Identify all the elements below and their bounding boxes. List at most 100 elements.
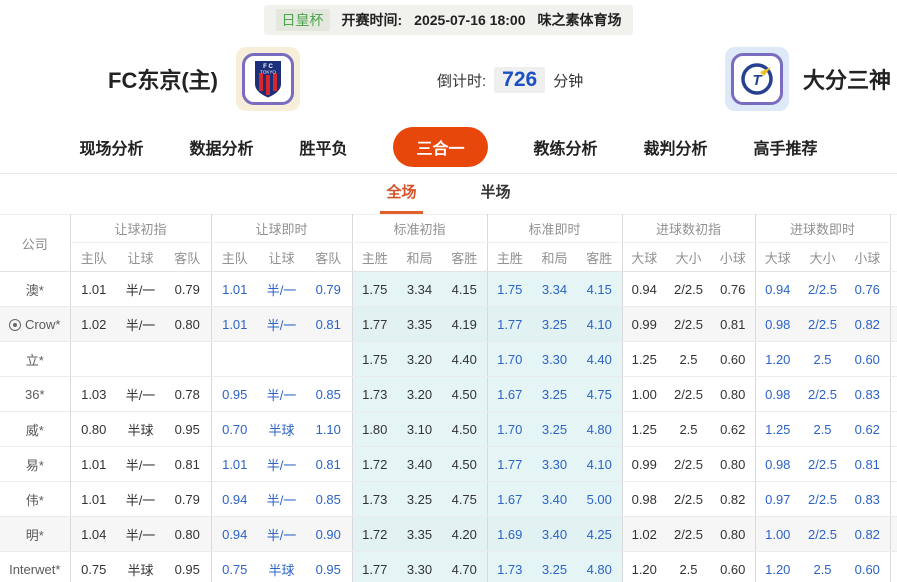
odds-row: 澳* 1.01 半/一 0.79 1.01 半/一 0.79 1.75 3.34 4.15 1.75… [0, 271, 897, 307]
odds-cell: 3.34 [532, 271, 577, 307]
company-name: 易* [0, 446, 70, 482]
odds-cell: 0.98 [754, 376, 801, 412]
odds-cell [164, 341, 211, 377]
subtab-2[interactable]: 半场 [475, 174, 517, 214]
odds-cell: 1.73 [351, 376, 397, 412]
odds-cell: 1.03 [69, 376, 117, 412]
odds-cell: 2/2.5 [666, 306, 711, 342]
odds-cell: 0.81 [305, 446, 352, 482]
clipped-cell [889, 271, 897, 307]
odds-cell: 1.04 [69, 516, 117, 552]
odds-cell: 1.70 [486, 341, 532, 377]
odds-cell: 0.81 [305, 306, 352, 342]
sub-header: 大球 [754, 242, 801, 272]
sub-header: 让球 [117, 242, 164, 272]
nav-tab-4[interactable]: 三合一 [393, 127, 488, 167]
sub-header: 主队 [69, 242, 117, 272]
odds-cell: 1.67 [486, 481, 532, 517]
odds-cell: 2.5 [666, 341, 711, 377]
odds-cell: 2/2.5 [800, 376, 846, 412]
odds-cell: 4.25 [577, 516, 622, 552]
odds-cell: 半球 [117, 551, 164, 582]
odds-cell: 1.10 [305, 411, 352, 447]
odds-cell: 0.95 [210, 376, 258, 412]
odds-cell: 4.75 [442, 481, 487, 517]
odds-cell: 0.81 [845, 446, 891, 482]
clipped-column [889, 214, 897, 272]
odds-cell: 1.80 [351, 411, 397, 447]
group-header-1: 让球初指 [69, 214, 211, 243]
odds-cell: 0.98 [754, 306, 801, 342]
sub-header: 客胜 [442, 242, 487, 272]
odds-cell: 4.50 [442, 446, 487, 482]
odds-cell: 3.34 [397, 271, 442, 307]
odds-cell: 0.76 [711, 271, 756, 307]
odds-cell: 0.79 [164, 271, 211, 307]
group-header-4: 标准即时 [486, 214, 622, 243]
company-name: 明* [0, 516, 70, 552]
nav-tab-7[interactable]: 高手推荐 [754, 135, 818, 159]
odds-cell: 2.5 [666, 551, 711, 582]
odds-cell: 3.40 [397, 446, 442, 482]
odds-cell: 半/一 [117, 446, 164, 482]
nav-tab-1[interactable]: 现场分析 [79, 135, 143, 159]
odds-cell: 4.15 [442, 271, 487, 307]
odds-cell: 1.77 [486, 306, 532, 342]
venue-name: 味之素体育场 [537, 12, 622, 28]
odds-cell: 2/2.5 [800, 271, 846, 307]
odds-cell: 0.81 [164, 446, 211, 482]
odds-cell: 1.01 [69, 481, 117, 517]
odds-cell: 0.80 [69, 411, 117, 447]
company-name: Interwet* [0, 551, 70, 582]
odds-cell: 3.25 [532, 411, 577, 447]
odds-cell: 半/一 [117, 516, 164, 552]
countdown-unit: 分钟 [553, 72, 584, 90]
sub-header: 客队 [305, 242, 352, 272]
odds-cell: 0.75 [210, 551, 258, 582]
match-header: FC东京(主) F C TOKYO 倒计时: 726 分钟 T 大分三神 [0, 35, 897, 123]
odds-cell: 0.81 [711, 306, 756, 342]
clipped-cell [889, 341, 897, 377]
clipped-cell [889, 411, 897, 447]
odds-cell: 0.95 [164, 411, 211, 447]
away-team: T 大分三神 [724, 47, 891, 111]
odds-row: 36* 1.03 半/一 0.78 0.95 半/一 0.85 1.73 3.20 4.50 1.6… [0, 376, 897, 412]
sub-header: 客队 [164, 242, 211, 272]
kickoff-label: 开赛时间: [341, 12, 403, 28]
odds-cell: 1.20 [754, 551, 801, 582]
odds-cell: 0.70 [210, 411, 258, 447]
subtab-1[interactable]: 全场 [380, 174, 423, 214]
odds-cell: 3.25 [532, 376, 577, 412]
odds-cell: 0.79 [164, 481, 211, 517]
odds-cell: 5.00 [577, 481, 622, 517]
odds-cell: 0.94 [210, 516, 258, 552]
odds-cell: 2.5 [800, 341, 846, 377]
odds-cell: 0.60 [845, 341, 891, 377]
svg-text:TOKYO: TOKYO [260, 70, 276, 75]
odds-cell: 0.82 [845, 306, 891, 342]
sub-header: 主胜 [351, 242, 397, 272]
odds-cell [258, 341, 305, 377]
odds-cell: 1.73 [486, 551, 532, 582]
company-name: 威* [0, 411, 70, 447]
nav-tab-3[interactable]: 胜平负 [299, 135, 347, 159]
home-team-name: FC东京(主) [108, 68, 218, 93]
odds-cell: 1.02 [69, 306, 117, 342]
odds-cell: 1.75 [351, 341, 397, 377]
odds-cell: 4.80 [577, 411, 622, 447]
odds-cell: 0.80 [164, 516, 211, 552]
analysis-nav-tabs: 现场分析 数据分析 胜平负 三合一 教练分析 裁判分析 高手推荐 [0, 125, 897, 169]
countdown-value: 726 [494, 67, 546, 93]
odds-cell: 3.25 [532, 306, 577, 342]
nav-tab-6[interactable]: 裁判分析 [644, 135, 708, 159]
odds-cell: 1.67 [486, 376, 532, 412]
kickoff-time: 2025-07-16 18:00 [414, 12, 526, 28]
nav-tab-5[interactable]: 教练分析 [534, 135, 598, 159]
sub-header: 主胜 [486, 242, 532, 272]
group-header-6: 进球数即时 [754, 214, 891, 243]
clipped-cell [889, 481, 897, 517]
odds-cell: 0.98 [754, 446, 801, 482]
odds-cell: 0.82 [845, 516, 891, 552]
odds-cell: 半/一 [258, 306, 305, 342]
nav-tab-2[interactable]: 数据分析 [189, 135, 253, 159]
